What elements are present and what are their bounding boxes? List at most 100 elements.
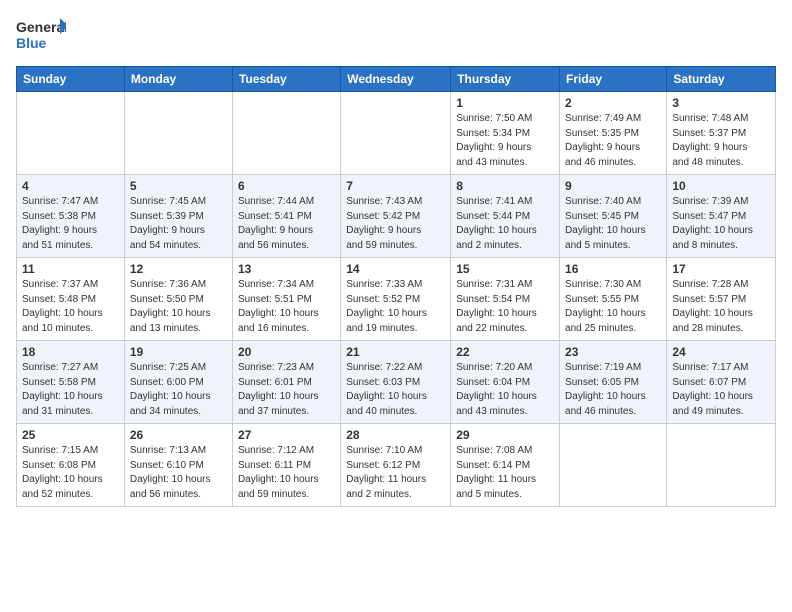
calendar-cell: 2 Sunrise: 7:49 AM Sunset: 5:35 PM Daylig… xyxy=(560,92,667,175)
day-header-saturday: Saturday xyxy=(667,67,776,92)
day-info: Sunrise: 7:27 AM Sunset: 5:58 PM Dayligh… xyxy=(22,361,119,419)
day-info: Sunrise: 7:39 AM Sunset: 5:47 PM Dayligh… xyxy=(672,195,770,253)
day-number: 15 xyxy=(456,262,554,276)
day-info: Sunrise: 7:43 AM Sunset: 5:42 PM Dayligh… xyxy=(346,195,445,253)
calendar-cell: 6 Sunrise: 7:44 AM Sunset: 5:41 PM Daylig… xyxy=(232,175,340,258)
day-number: 17 xyxy=(672,262,770,276)
week-row-5: 25 Sunrise: 7:15 AM Sunset: 6:08 PM Dayli… xyxy=(17,424,776,507)
calendar-body: 1 Sunrise: 7:50 AM Sunset: 5:34 PM Daylig… xyxy=(17,92,776,507)
day-number: 12 xyxy=(130,262,227,276)
day-number: 13 xyxy=(238,262,335,276)
calendar-cell: 23 Sunrise: 7:19 AM Sunset: 6:05 PM Dayli… xyxy=(560,341,667,424)
day-number: 11 xyxy=(22,262,119,276)
day-info: Sunrise: 7:41 AM Sunset: 5:44 PM Dayligh… xyxy=(456,195,554,253)
week-row-3: 11 Sunrise: 7:37 AM Sunset: 5:48 PM Dayli… xyxy=(17,258,776,341)
day-number: 24 xyxy=(672,345,770,359)
calendar-cell: 11 Sunrise: 7:37 AM Sunset: 5:48 PM Dayli… xyxy=(17,258,125,341)
day-info: Sunrise: 7:20 AM Sunset: 6:04 PM Dayligh… xyxy=(456,361,554,419)
day-info: Sunrise: 7:44 AM Sunset: 5:41 PM Dayligh… xyxy=(238,195,335,253)
day-number: 6 xyxy=(238,179,335,193)
day-info: Sunrise: 7:10 AM Sunset: 6:12 PM Dayligh… xyxy=(346,444,445,502)
day-header-tuesday: Tuesday xyxy=(232,67,340,92)
day-info: Sunrise: 7:49 AM Sunset: 5:35 PM Dayligh… xyxy=(565,112,661,170)
day-number: 7 xyxy=(346,179,445,193)
calendar-cell: 21 Sunrise: 7:22 AM Sunset: 6:03 PM Dayli… xyxy=(341,341,451,424)
day-info: Sunrise: 7:37 AM Sunset: 5:48 PM Dayligh… xyxy=(22,278,119,336)
svg-text:General: General xyxy=(16,19,66,35)
day-header-monday: Monday xyxy=(124,67,232,92)
calendar-cell: 27 Sunrise: 7:12 AM Sunset: 6:11 PM Dayli… xyxy=(232,424,340,507)
day-info: Sunrise: 7:15 AM Sunset: 6:08 PM Dayligh… xyxy=(22,444,119,502)
day-info: Sunrise: 7:23 AM Sunset: 6:01 PM Dayligh… xyxy=(238,361,335,419)
day-number: 9 xyxy=(565,179,661,193)
day-info: Sunrise: 7:48 AM Sunset: 5:37 PM Dayligh… xyxy=(672,112,770,170)
calendar-cell: 8 Sunrise: 7:41 AM Sunset: 5:44 PM Daylig… xyxy=(451,175,560,258)
calendar-cell xyxy=(667,424,776,507)
day-number: 16 xyxy=(565,262,661,276)
calendar-cell: 14Sunrise: 7:33 AM Sunset: 5:52 PM Dayli… xyxy=(341,258,451,341)
calendar-cell: 3 Sunrise: 7:48 AM Sunset: 5:37 PM Daylig… xyxy=(667,92,776,175)
page-header: General Blue xyxy=(16,16,776,54)
day-number: 5 xyxy=(130,179,227,193)
calendar-cell: 5 Sunrise: 7:45 AM Sunset: 5:39 PM Daylig… xyxy=(124,175,232,258)
day-number: 19 xyxy=(130,345,227,359)
day-info: Sunrise: 7:22 AM Sunset: 6:03 PM Dayligh… xyxy=(346,361,445,419)
day-info: Sunrise: 7:40 AM Sunset: 5:45 PM Dayligh… xyxy=(565,195,661,253)
calendar-header-row: SundayMondayTuesdayWednesdayThursdayFrid… xyxy=(17,67,776,92)
day-number: 8 xyxy=(456,179,554,193)
day-header-sunday: Sunday xyxy=(17,67,125,92)
calendar-cell: 28 Sunrise: 7:10 AM Sunset: 6:12 PM Dayli… xyxy=(341,424,451,507)
day-info: Sunrise: 7:19 AM Sunset: 6:05 PM Dayligh… xyxy=(565,361,661,419)
day-info: Sunrise: 7:13 AM Sunset: 6:10 PM Dayligh… xyxy=(130,444,227,502)
day-number: 27 xyxy=(238,428,335,442)
calendar-cell: 17Sunrise: 7:28 AM Sunset: 5:57 PM Dayli… xyxy=(667,258,776,341)
calendar-cell: 16 Sunrise: 7:30 AM Sunset: 5:55 PM Dayli… xyxy=(560,258,667,341)
day-info: Sunrise: 7:36 AM Sunset: 5:50 PM Dayligh… xyxy=(130,278,227,336)
calendar-cell: 9 Sunrise: 7:40 AM Sunset: 5:45 PM Daylig… xyxy=(560,175,667,258)
day-info: Sunrise: 7:34 AM Sunset: 5:51 PM Dayligh… xyxy=(238,278,335,336)
week-row-2: 4 Sunrise: 7:47 AM Sunset: 5:38 PM Daylig… xyxy=(17,175,776,258)
day-header-thursday: Thursday xyxy=(451,67,560,92)
day-info: Sunrise: 7:50 AM Sunset: 5:34 PM Dayligh… xyxy=(456,112,554,170)
calendar-cell: 10 Sunrise: 7:39 AM Sunset: 5:47 PM Dayli… xyxy=(667,175,776,258)
calendar-cell xyxy=(341,92,451,175)
week-row-1: 1 Sunrise: 7:50 AM Sunset: 5:34 PM Daylig… xyxy=(17,92,776,175)
day-number: 28 xyxy=(346,428,445,442)
day-number: 21 xyxy=(346,345,445,359)
day-number: 3 xyxy=(672,96,770,110)
day-number: 29 xyxy=(456,428,554,442)
day-info: Sunrise: 7:30 AM Sunset: 5:55 PM Dayligh… xyxy=(565,278,661,336)
day-info: Sunrise: 7:45 AM Sunset: 5:39 PM Dayligh… xyxy=(130,195,227,253)
day-number: 26 xyxy=(130,428,227,442)
calendar-cell: 20Sunrise: 7:23 AM Sunset: 6:01 PM Dayli… xyxy=(232,341,340,424)
calendar-cell: 18 Sunrise: 7:27 AM Sunset: 5:58 PM Dayli… xyxy=(17,341,125,424)
day-info: Sunrise: 7:33 AM Sunset: 5:52 PM Dayligh… xyxy=(346,278,445,336)
day-number: 2 xyxy=(565,96,661,110)
calendar-table: SundayMondayTuesdayWednesdayThursdayFrid… xyxy=(16,66,776,507)
calendar-cell: 13 Sunrise: 7:34 AM Sunset: 5:51 PM Dayli… xyxy=(232,258,340,341)
day-number: 25 xyxy=(22,428,119,442)
day-number: 18 xyxy=(22,345,119,359)
calendar-cell xyxy=(560,424,667,507)
calendar-cell xyxy=(232,92,340,175)
day-header-friday: Friday xyxy=(560,67,667,92)
calendar-cell: 22Sunrise: 7:20 AM Sunset: 6:04 PM Dayli… xyxy=(451,341,560,424)
calendar-cell: 4 Sunrise: 7:47 AM Sunset: 5:38 PM Daylig… xyxy=(17,175,125,258)
day-info: Sunrise: 7:31 AM Sunset: 5:54 PM Dayligh… xyxy=(456,278,554,336)
calendar-cell: 25 Sunrise: 7:15 AM Sunset: 6:08 PM Dayli… xyxy=(17,424,125,507)
calendar-cell: 29Sunrise: 7:08 AM Sunset: 6:14 PM Dayli… xyxy=(451,424,560,507)
day-info: Sunrise: 7:17 AM Sunset: 6:07 PM Dayligh… xyxy=(672,361,770,419)
day-info: Sunrise: 7:12 AM Sunset: 6:11 PM Dayligh… xyxy=(238,444,335,502)
calendar-cell: 7 Sunrise: 7:43 AM Sunset: 5:42 PM Daylig… xyxy=(341,175,451,258)
day-number: 10 xyxy=(672,179,770,193)
calendar-cell xyxy=(17,92,125,175)
calendar-cell: 26 Sunrise: 7:13 AM Sunset: 6:10 PM Dayli… xyxy=(124,424,232,507)
day-number: 1 xyxy=(456,96,554,110)
calendar-cell: 19Sunrise: 7:25 AM Sunset: 6:00 PM Dayli… xyxy=(124,341,232,424)
day-number: 23 xyxy=(565,345,661,359)
calendar-cell: 24 Sunrise: 7:17 AM Sunset: 6:07 PM Dayli… xyxy=(667,341,776,424)
day-number: 4 xyxy=(22,179,119,193)
day-info: Sunrise: 7:47 AM Sunset: 5:38 PM Dayligh… xyxy=(22,195,119,253)
calendar-cell: 12 Sunrise: 7:36 AM Sunset: 5:50 PM Dayli… xyxy=(124,258,232,341)
day-header-wednesday: Wednesday xyxy=(341,67,451,92)
